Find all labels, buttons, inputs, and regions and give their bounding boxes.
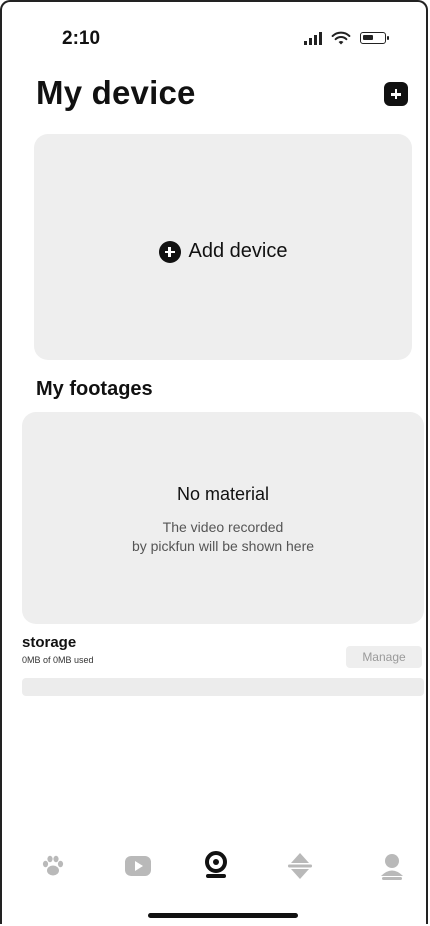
- page-title: My device: [36, 74, 196, 111]
- play-icon: [125, 856, 151, 876]
- tab-bar: [0, 846, 430, 886]
- manage-storage-button[interactable]: Manage: [346, 646, 422, 668]
- empty-state-description: The video recorded by pickfun will be sh…: [22, 518, 424, 556]
- add-device-label: Add device: [188, 240, 288, 262]
- tab-explore[interactable]: [280, 846, 320, 886]
- home-indicator: [148, 913, 298, 918]
- storage-used-text: 0MB of 0MB used: [22, 655, 94, 665]
- footages-title: My footages: [36, 378, 153, 400]
- empty-state-line-2: by pickfun will be shown here: [131, 538, 315, 554]
- wifi-icon: [331, 31, 351, 45]
- tab-device[interactable]: [196, 846, 236, 886]
- tab-video[interactable]: [118, 846, 158, 886]
- battery-icon: [360, 32, 389, 44]
- profile-icon: [381, 854, 403, 880]
- status-icons: [304, 30, 389, 46]
- footages-card: No material The video recorded by pickfu…: [22, 412, 424, 624]
- empty-state-title: No material: [176, 484, 270, 504]
- status-time: 2:10: [62, 28, 101, 49]
- tab-profile[interactable]: [372, 846, 412, 886]
- globe-icon: [288, 853, 312, 879]
- tab-paw[interactable]: [33, 846, 73, 886]
- add-device-button[interactable]: [384, 82, 408, 106]
- signal-icon: [304, 31, 322, 45]
- add-device-row[interactable]: Add device: [34, 240, 412, 263]
- status-bar: 2:10: [0, 24, 430, 54]
- add-device-card[interactable]: Add device: [34, 134, 412, 360]
- camera-icon: [205, 851, 227, 878]
- storage-progress-bar: [22, 678, 424, 696]
- plus-circle-icon: [158, 240, 181, 263]
- empty-state-line-1: The video recorded: [162, 519, 284, 535]
- paw-icon: [42, 855, 64, 876]
- storage-title: storage: [22, 634, 77, 651]
